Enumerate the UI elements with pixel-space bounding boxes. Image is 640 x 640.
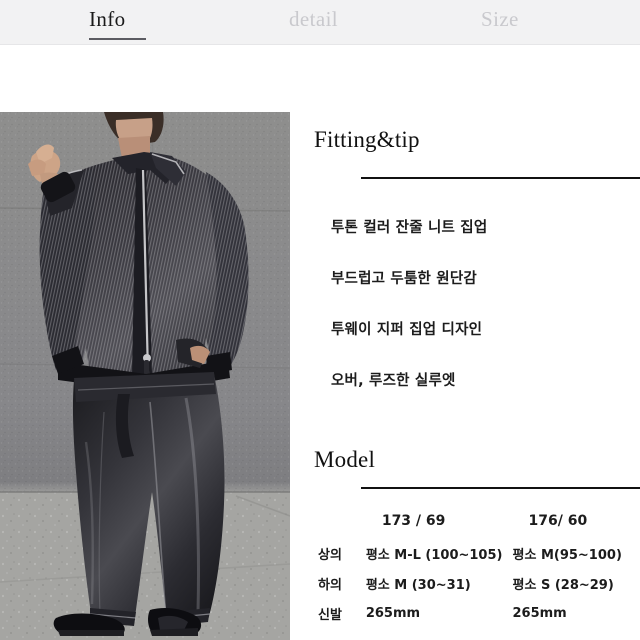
fitting-tip-divider [361, 177, 640, 179]
list-item: 투톤 컬러 잔줄 니트 집업 [331, 220, 488, 236]
model-spec-table: 173 / 69 176/ 60 상의 평소 M-L (100~105) 평소 … [314, 504, 640, 628]
row-label: 상의 [318, 547, 342, 563]
table-row: 상의 평소 M-L (100~105) 평소 M(95~100) [314, 538, 640, 568]
list-item: 부드럽고 두툼한 원단감 [331, 271, 477, 287]
table-row: 하의 평소 M (30~31) 평소 S (28~29) [314, 568, 640, 598]
model-col-a-head: 173 / 69 [381, 513, 446, 529]
table-row: 신발 265mm 265mm [314, 598, 640, 628]
info-content: Fitting&tip 투톤 컬러 잔줄 니트 집업 부드럽고 두툼한 원단감 … [314, 112, 640, 640]
tab-info-label: Info [89, 7, 126, 31]
model-col-label-head [314, 504, 362, 538]
fitting-tip-title: Fitting&tip [314, 127, 420, 152]
row-label: 신발 [318, 607, 342, 623]
fitting-tip-list: 투톤 컬러 잔줄 니트 집업 부드럽고 두툼한 원단감 투웨이 지퍼 집업 디자… [331, 216, 640, 420]
model-col-b-head: 176/ 60 [528, 513, 588, 529]
row-value-b: 265mm [512, 605, 567, 621]
tab-size[interactable]: Size [481, 7, 519, 32]
row-value-a: 평소 M (30~31) [365, 577, 471, 593]
tab-active-underline [89, 38, 146, 40]
model-divider [361, 487, 640, 489]
model-title: Model [314, 447, 376, 472]
row-value-b: 평소 M(95~100) [512, 547, 622, 563]
product-photo[interactable] [0, 112, 290, 640]
row-value-a: 265mm [365, 605, 421, 621]
table-header-row: 173 / 69 176/ 60 [314, 504, 640, 538]
row-value-b: 평소 S (28~29) [512, 577, 614, 593]
tab-bar: Info detail Size [0, 0, 640, 45]
row-value-a: 평소 M-L (100~105) [365, 547, 503, 563]
row-label: 하의 [318, 577, 342, 593]
tab-detail[interactable]: detail [289, 7, 338, 32]
list-item: 투웨이 지퍼 집업 디자인 [331, 322, 483, 338]
tab-info[interactable]: Info [89, 7, 146, 40]
list-item: 오버, 루즈한 실루엣 [331, 373, 456, 389]
